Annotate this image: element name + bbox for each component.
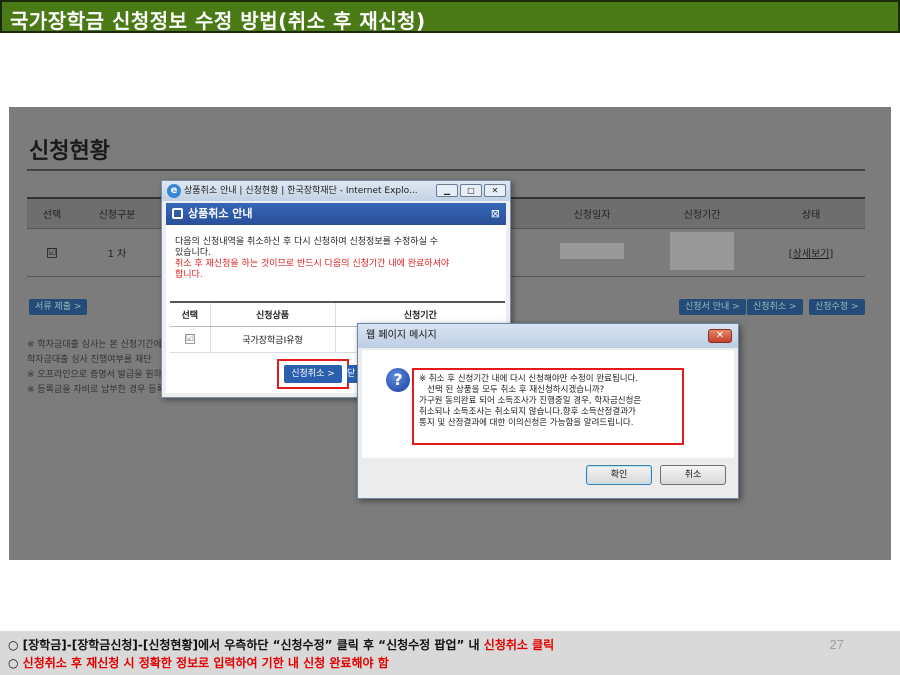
note-line: ※ 학자금대출 심사는 본 신청기간에 — [27, 340, 162, 350]
cancel-button[interactable]: 취소 — [660, 465, 726, 485]
row-checkbox[interactable]: ☑ — [47, 247, 57, 258]
warning-line: 합니다. — [175, 270, 203, 280]
internet-explorer-icon: e — [167, 184, 181, 198]
note-line: ※ 오프라인으로 증명서 발급을 원하 — [27, 370, 162, 380]
message-line: 다음의 신청내역을 취소하신 후 다시 신청하여 신청정보를 수정하실 수 — [175, 237, 439, 247]
close-icon[interactable]: ⊠ — [491, 203, 500, 225]
message-line: 통지 및 산정결과에 대한 이의신청은 가능함을 알려드립니다. — [419, 418, 634, 428]
question-icon: ? — [386, 368, 410, 392]
dialog-body: ? ※ 취소 후 신청기간 내에 다시 신청해야만 수정이 완료됩니다. 선택 … — [362, 350, 734, 458]
redacted-period — [670, 231, 734, 270]
message-line: 있습니다. — [175, 248, 211, 258]
message-line: 선택 된 상품을 모두 취소 후 재신청하시겠습니까? — [419, 385, 605, 395]
popup1-header: 상품취소 안내 ⊠ — [166, 203, 506, 225]
confirm-button[interactable]: 확인 — [586, 465, 652, 485]
note-line: 학자금대출 심사 진행여부를 재단 — [27, 355, 152, 365]
dialog-message: ※ 취소 후 신청기간 내에 다시 신청해야만 수정이 완료됩니다. 선택 된 … — [412, 368, 684, 445]
apply-info-button[interactable]: 신청서 안내 > — [679, 299, 746, 315]
window-icon — [172, 208, 183, 219]
close-icon[interactable]: ✕ — [484, 184, 506, 197]
dialog-title: 웹 페이지 메시지 — [366, 330, 437, 341]
footer-highlight: 신청취소 후 재신청 시 정확한 정보로 입력하여 기한 내 신청 완료해야 함 — [22, 656, 389, 670]
product-name: 국가장학금I유형 — [209, 326, 335, 353]
popup1-window-title: 상품취소 안내 | 신청현황 | 한국장학재단 - Internet Explo… — [184, 186, 418, 196]
slide-footer: 27 ○ [장학금]-[장학금신청]-[신청현황]에서 우측하단 “신청수정” … — [0, 631, 900, 675]
product-checkbox[interactable]: ☑ — [184, 334, 195, 344]
footer-line-2: ○ 신청취소 후 재신청 시 정확한 정보로 입력하여 기한 내 신청 완료해야… — [8, 654, 389, 671]
col-apply-period: 신청기간 — [647, 197, 757, 229]
dialog-titlebar: 웹 페이지 메시지 ✕ — [358, 324, 738, 348]
highlight-box — [277, 359, 349, 389]
col-type: 신청구분 — [77, 197, 157, 229]
maximize-icon[interactable]: □ — [460, 184, 482, 197]
page-number: 27 — [829, 637, 844, 652]
footer-bullet: ○ — [8, 656, 23, 670]
page-heading: 신청현황 — [29, 139, 110, 164]
apply-edit-button[interactable]: 신청수정 > — [809, 299, 865, 315]
message-line: 가구원 동의완료 되어 소득조사가 진행중일 경우, 학자금신청은 — [419, 396, 642, 406]
message-line: ※ 취소 후 신청기간 내에 다시 신청해야만 수정이 완료됩니다. — [419, 374, 639, 384]
col-status: 상태 — [757, 197, 865, 229]
footer-text: ○ [장학금]-[장학금신청]-[신청현황]에서 우측하단 “신청수정” 클릭 … — [8, 638, 484, 652]
redacted-date — [560, 242, 624, 259]
popup1-message: 다음의 신청내역을 취소하신 후 다시 신청하여 신청정보를 수정하실 수 있습… — [175, 237, 495, 281]
col-apply-date: 신청일자 — [537, 197, 647, 229]
row-round: 1 차 — [77, 228, 157, 277]
col-select: 선택 — [27, 197, 77, 229]
minimize-icon[interactable]: ▁ — [436, 184, 458, 197]
message-line: 취소되나 소득조사는 취소되지 않습니다.향후 소득산정결과가 — [419, 407, 636, 417]
detail-link[interactable]: [상세보기] — [789, 249, 834, 260]
slide-title: 국가장학금 신청정보 수정 방법(취소 후 재신청) — [10, 9, 426, 33]
submit-docs-button[interactable]: 서류 제출 > — [29, 299, 88, 315]
heading-rule — [27, 169, 865, 171]
footer-highlight: 신청취소 클릭 — [483, 638, 555, 652]
col-select: 선택 — [170, 301, 210, 327]
warning-line: 취소 후 재신청을 하는 것이므로 반드시 다음의 신청기간 내에 완료하셔야 — [175, 259, 450, 269]
close-icon[interactable]: ✕ — [708, 329, 732, 343]
apply-cancel-button[interactable]: 신청취소 > — [747, 299, 803, 315]
popup1-titlebar: e 상품취소 안내 | 신청현황 | 한국장학재단 - Internet Exp… — [162, 181, 510, 201]
web-page-message-dialog: 웹 페이지 메시지 ✕ ? ※ 취소 후 신청기간 내에 다시 신청해야만 수정… — [357, 323, 739, 499]
slide-title-bar: 국가장학금 신청정보 수정 방법(취소 후 재신청) — [0, 0, 900, 33]
footer-line-1: ○ [장학금]-[장학금신청]-[신청현황]에서 우측하단 “신청수정” 클릭 … — [8, 636, 554, 653]
popup1-header-text: 상품취소 안내 — [188, 207, 253, 220]
note-line: ※ 등록금을 자비로 납부한 경우 등록 — [27, 385, 165, 395]
col-product: 신청상품 — [209, 301, 335, 327]
